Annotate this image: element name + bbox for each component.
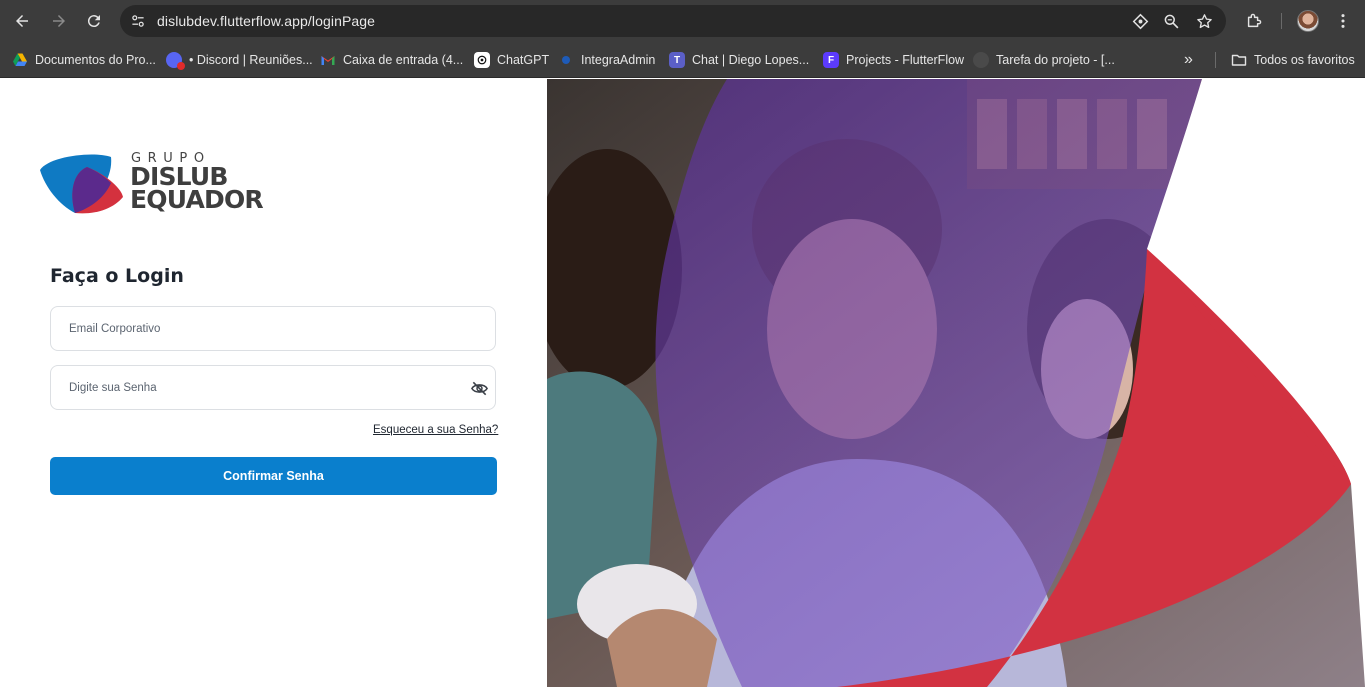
address-bar[interactable]: dislubdev.flutterflow.app/loginPage	[120, 5, 1226, 37]
forward-icon[interactable]	[47, 9, 71, 33]
hero-illustration	[547, 79, 1365, 687]
zoom-icon[interactable]	[1161, 11, 1181, 31]
login-title: Faça o Login	[50, 265, 184, 287]
forgot-password-link[interactable]: Esqueceu a sua Senha?	[373, 424, 498, 436]
discord-icon	[166, 52, 185, 70]
bookmark-label: Tarefa do projeto - [...	[996, 53, 1115, 67]
extensions-icon[interactable]	[1242, 9, 1266, 33]
hide-password-icon[interactable]	[469, 378, 489, 398]
password-field[interactable]	[51, 366, 495, 409]
browser-toolbar: dislubdev.flutterflow.app/loginPage	[0, 0, 1365, 42]
bookmark-item[interactable]: Documentos do Pro...	[12, 42, 156, 78]
page-icon	[973, 52, 989, 68]
overflow-chevron-icon: »	[1184, 51, 1193, 68]
hero-image	[547, 79, 1365, 687]
password-field-container	[50, 365, 496, 410]
bookmark-label: IntegraAdmin	[581, 53, 656, 67]
reload-icon[interactable]	[82, 9, 106, 33]
bookmarks-bar: Documentos do Pro... • Discord | Reuniõe…	[0, 42, 1365, 78]
folder-icon	[1231, 52, 1247, 68]
flutterflow-icon: F	[823, 52, 839, 68]
bookmark-star-icon[interactable]	[1194, 11, 1214, 31]
bookmarks-overflow-button[interactable]: »	[1184, 42, 1193, 78]
lens-icon[interactable]	[1130, 11, 1150, 31]
bookmarks-divider	[1215, 52, 1216, 68]
gmail-icon	[320, 52, 336, 68]
toolbar-divider	[1281, 13, 1282, 29]
bookmark-item[interactable]: IntegraAdmin	[558, 42, 655, 78]
bookmark-item[interactable]: Tarefa do projeto - [...	[973, 42, 1115, 78]
logo-line-equador: EQUADOR	[130, 185, 264, 214]
all-bookmarks-label: Todos os favoritos	[1254, 53, 1355, 67]
email-field[interactable]	[51, 307, 495, 350]
globe-dot-icon	[558, 52, 574, 68]
bookmark-label: Projects - FlutterFlow	[846, 53, 965, 67]
chatgpt-icon	[474, 52, 490, 68]
bookmark-label: • Discord | Reuniões...	[189, 53, 313, 67]
teams-icon: T	[669, 52, 685, 68]
bookmark-item[interactable]: F Projects - FlutterFlow	[823, 42, 964, 78]
bookmark-item[interactable]: ChatGPT	[474, 42, 549, 78]
bookmark-item[interactable]: Caixa de entrada (4...	[320, 42, 463, 78]
email-field-container	[50, 306, 496, 351]
bookmark-label: ChatGPT	[497, 53, 550, 67]
site-settings-icon[interactable]	[128, 11, 148, 31]
back-icon[interactable]	[10, 9, 34, 33]
bookmark-label: Chat | Diego Lopes...	[692, 53, 810, 67]
confirm-password-button[interactable]: Confirmar Senha	[50, 457, 497, 495]
bookmark-item[interactable]: T Chat | Diego Lopes...	[669, 42, 809, 78]
url-text[interactable]: dislubdev.flutterflow.app/loginPage	[157, 13, 375, 29]
all-bookmarks-folder[interactable]: Todos os favoritos	[1231, 42, 1355, 78]
google-drive-icon	[12, 52, 28, 68]
profile-avatar[interactable]	[1297, 10, 1319, 32]
menu-dots-icon[interactable]	[1331, 9, 1355, 33]
logo-name-text: DISLUB EQUADOR	[130, 164, 264, 214]
bookmark-item[interactable]: • Discord | Reuniões...	[166, 42, 313, 78]
bookmark-label: Caixa de entrada (4...	[343, 53, 464, 67]
bookmark-label: Documentos do Pro...	[35, 53, 156, 67]
login-page: GRUPO DISLUB EQUADOR Faça o Login Esquec…	[0, 79, 1365, 687]
